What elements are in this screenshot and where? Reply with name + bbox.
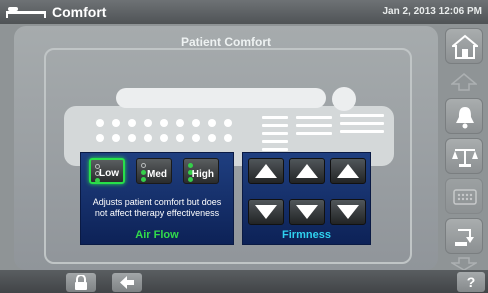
scale-button[interactable] [445,138,483,174]
lock-button[interactable] [66,273,96,292]
down-arrow-icon [255,205,277,219]
firmness-panel: Firmness [242,152,371,245]
alarms-button[interactable] [445,98,483,134]
down-arrow-icon [451,257,477,271]
scroll-up-button[interactable] [445,68,483,96]
air-flow-high-button[interactable]: High [183,158,219,184]
air-flow-description-line1: Adjusts patient comfort but does [92,197,222,207]
home-icon [452,34,478,59]
up-arrow-icon [337,164,359,178]
down-arrow-icon [296,205,318,219]
firmness-up-button-1[interactable] [248,158,284,184]
air-flow-panel: Low Med High Adjusts patient comfort but… [80,152,234,245]
air-flow-med-label: Med [147,169,167,180]
transfer-button[interactable] [445,218,483,254]
air-flow-high-label: High [191,169,214,180]
air-flow-med-button[interactable]: Med [136,158,172,184]
firmness-label: Firmness [282,229,331,241]
air-flow-low-label: Low [99,168,119,179]
air-flow-description-line2: not affect therapy effectiveness [94,208,220,218]
firmness-down-button-3[interactable] [330,199,366,225]
bottom-bar: ? [0,270,488,293]
up-arrow-icon [255,164,277,178]
section-title: Patient Comfort [181,35,271,49]
bed-logo-icon [6,7,46,18]
air-flow-description: Adjusts patient comfort but does not aff… [81,197,233,219]
level-dot-on [141,170,146,175]
date-time: Jan 2, 2013 12:06 PM [382,6,482,17]
up-arrow-icon [451,73,477,91]
firmness-down-button-2[interactable] [289,199,325,225]
transfer-icon [455,229,474,246]
firmness-up-button-3[interactable] [330,158,366,184]
scroll-down-button[interactable] [445,252,483,271]
right-sidebar [443,24,488,271]
firmness-up-button-2[interactable] [289,158,325,184]
level-dot-off [141,163,146,168]
air-flow-low-button[interactable]: Low [89,158,125,184]
mattress-heat-icon [453,189,477,205]
app-title: Comfort [52,4,107,20]
back-button[interactable] [112,273,142,292]
lock-icon [75,275,87,290]
top-bar: Comfort Jan 2, 2013 12:06 PM [0,0,488,24]
help-button[interactable]: ? [457,272,485,292]
back-arrow-icon [120,276,134,289]
bell-icon [456,107,474,129]
air-flow-label: Air Flow [135,229,179,241]
down-arrow-icon [337,205,359,219]
scale-icon [452,149,478,167]
level-dot-on [141,177,146,182]
up-arrow-icon [296,164,318,178]
mattress-settings-button[interactable] [445,178,483,214]
home-button[interactable] [445,28,483,64]
level-dot-on [188,163,193,168]
firmness-down-button-1[interactable] [248,199,284,225]
